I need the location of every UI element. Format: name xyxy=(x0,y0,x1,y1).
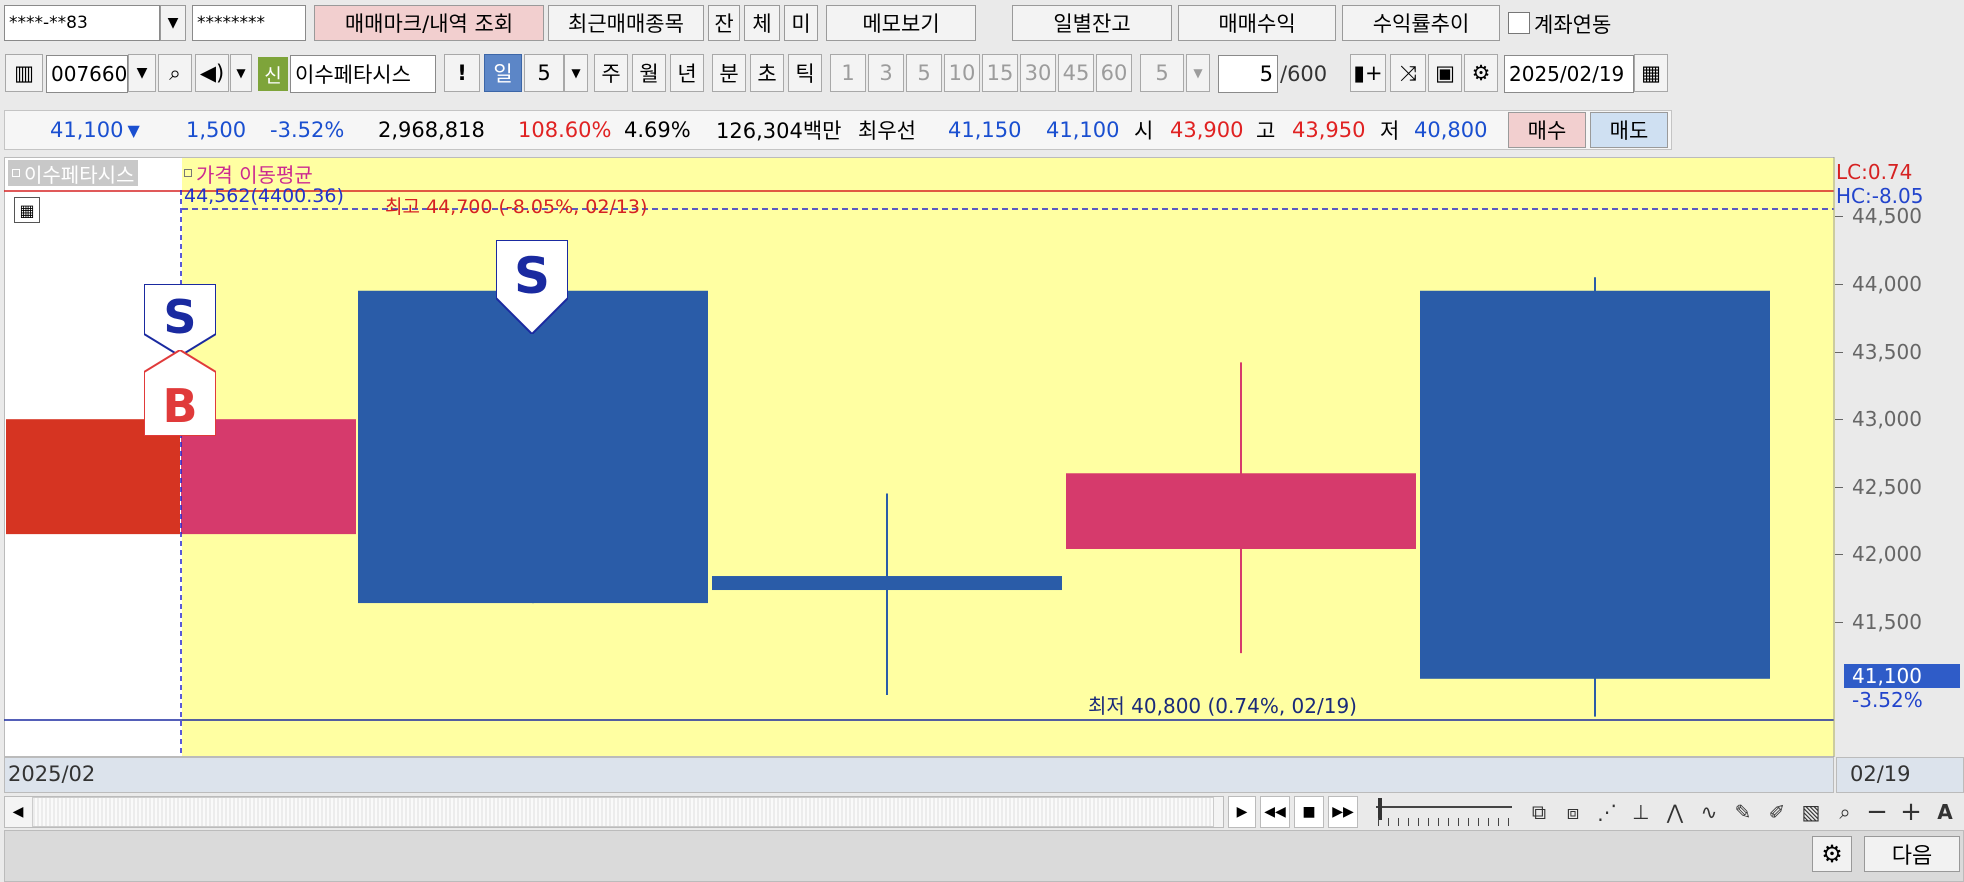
rewind-icon: ◀◀ xyxy=(1264,804,1286,820)
image-icon[interactable]: ▧ xyxy=(1796,797,1826,827)
fast-forward-icon: ▶▶ xyxy=(1332,804,1354,820)
sell-marker-2[interactable]: S xyxy=(495,239,569,336)
table-toggle-button[interactable]: ▦ xyxy=(14,197,40,223)
candle-body xyxy=(6,419,180,535)
current-price-tag: 41,100 xyxy=(1844,664,1960,688)
arrow-left-icon: ◀ xyxy=(12,804,24,820)
y-tick-label: 42,500 xyxy=(1852,474,1922,499)
compare-icon[interactable]: ⋰ xyxy=(1592,797,1622,827)
y-tick-mark xyxy=(1835,486,1843,488)
line-chart-icon[interactable]: ⋀ xyxy=(1660,797,1690,827)
y-tick-mark xyxy=(1835,351,1843,353)
buy-marker-label: B xyxy=(162,379,198,433)
table-icon: ▦ xyxy=(19,200,35,220)
stop-button[interactable]: ■ xyxy=(1294,796,1324,828)
split-icon[interactable]: ⧈ xyxy=(1558,797,1588,827)
zoom-slider[interactable] xyxy=(1376,806,1512,808)
y-tick-label: 43,500 xyxy=(1852,339,1922,364)
sell-marker-label: S xyxy=(163,290,197,344)
high-price-note: 최고 44,700 (-8.05%, 02/13) xyxy=(385,196,648,218)
eraser-icon[interactable]: ✐ xyxy=(1762,797,1792,827)
y-tick-mark xyxy=(1835,554,1843,556)
y-tick-mark xyxy=(1835,284,1843,285)
ma-value: 44,562(4400.36) xyxy=(184,185,344,207)
x-axis-bar xyxy=(4,757,1834,793)
sell-marker-1[interactable]: S xyxy=(143,283,217,358)
scroll-right-button[interactable]: ▶ xyxy=(1228,796,1256,828)
stop-icon: ■ xyxy=(1302,804,1316,820)
low-price-note: 최저 40,800 (0.74%, 02/19) xyxy=(1088,694,1357,718)
bottom-bar xyxy=(4,830,1964,882)
scroll-left-button[interactable]: ◀ xyxy=(4,796,32,828)
candlestick-chart[interactable] xyxy=(0,0,1964,882)
x-axis-end-label: 02/19 xyxy=(1850,762,1911,786)
arrow-right-icon: ▶ xyxy=(1236,804,1248,820)
zoom-slider-ticks xyxy=(1378,818,1512,826)
chart-tab-stock[interactable]: 이수페타시스 xyxy=(8,160,139,187)
x-axis-start-label: 2025/02 xyxy=(8,762,96,786)
rewind-button[interactable]: ◀◀ xyxy=(1260,796,1290,828)
next-button[interactable]: 다음 xyxy=(1864,836,1960,872)
bottom-settings-button[interactable]: ⚙ xyxy=(1812,836,1852,872)
scroll-thumb[interactable] xyxy=(32,797,1214,827)
y-tick-label: 43,000 xyxy=(1852,407,1922,432)
square-icon xyxy=(184,169,192,177)
sell-marker-label: S xyxy=(513,247,550,305)
y-tick-label: 42,000 xyxy=(1852,542,1922,567)
plus-icon[interactable]: + xyxy=(1896,797,1926,827)
candle-body xyxy=(181,419,356,535)
y-tick-label: 44,000 xyxy=(1852,272,1922,296)
current-pct-label: -3.52% xyxy=(1852,688,1923,712)
square-icon xyxy=(12,169,20,177)
zoom-slider-handle[interactable] xyxy=(1378,798,1382,820)
candle-body xyxy=(358,290,708,604)
lc-label: LC:0.74 xyxy=(1836,160,1913,184)
y-tick-mark xyxy=(1835,622,1843,623)
y-tick-mark xyxy=(1835,216,1843,218)
buy-marker[interactable]: B xyxy=(143,348,217,437)
y-tick-label: 41,500 xyxy=(1852,610,1922,634)
fast-forward-button[interactable]: ▶▶ xyxy=(1328,796,1358,828)
candle-body xyxy=(1066,473,1416,549)
y-tick-mark xyxy=(1835,419,1843,421)
magnifier-icon[interactable]: ⌕ xyxy=(1830,797,1860,827)
wave-icon[interactable]: ∿ xyxy=(1694,797,1724,827)
candle-body xyxy=(712,576,1062,591)
chart-tab-ma[interactable]: 가격 이동평균 xyxy=(184,160,313,187)
minus-icon[interactable]: − xyxy=(1862,797,1892,827)
overlay-icon[interactable]: ⧉ xyxy=(1524,797,1554,827)
gear-icon: ⚙ xyxy=(1821,840,1843,868)
crosshair-icon[interactable]: ⊥ xyxy=(1626,797,1656,827)
font-size-icon[interactable]: A xyxy=(1930,797,1960,827)
y-tick-label: 44,500 xyxy=(1852,204,1922,229)
candle-body xyxy=(1420,290,1770,679)
pen-icon[interactable]: ✎ xyxy=(1728,797,1758,827)
